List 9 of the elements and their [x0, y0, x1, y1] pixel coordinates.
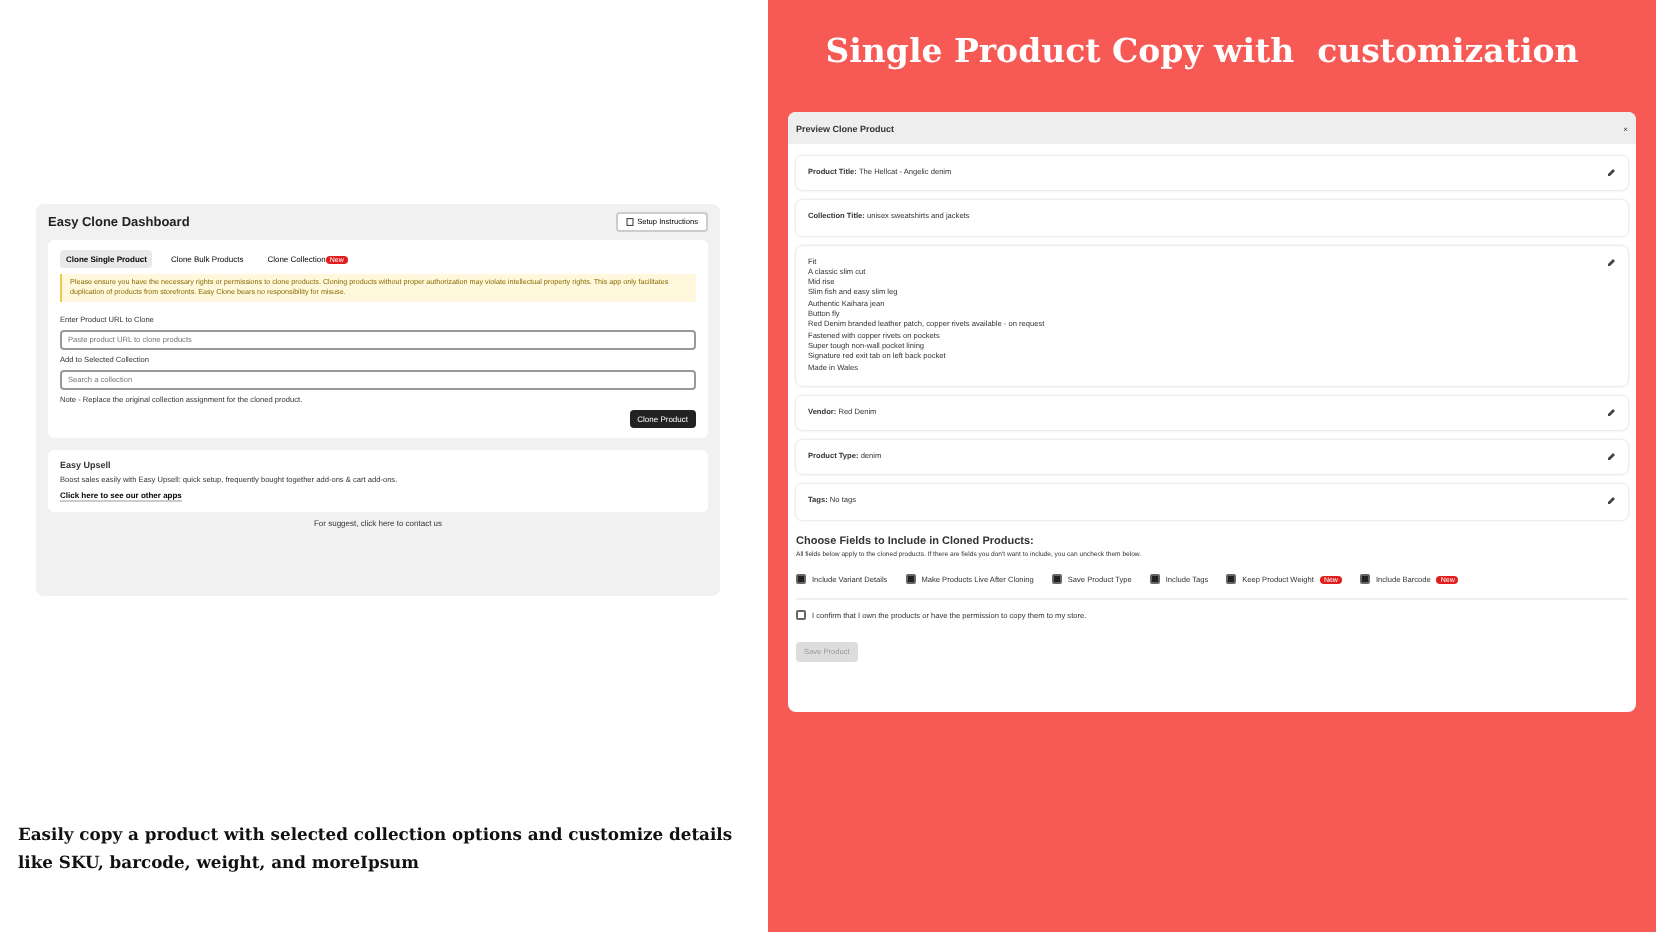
headline: Single Product Copy with customization: [825, 32, 1579, 70]
pencil-icon[interactable]: [1606, 452, 1616, 463]
caption-text: Easily copy a product with selected collection options and customize details: [18, 822, 732, 848]
pencil-icon[interactable]: [1606, 496, 1616, 507]
pencil-icon[interactable]: [1606, 168, 1616, 178]
document-icon: [625, 218, 634, 226]
pencil-icon[interactable]: [1606, 407, 1616, 418]
caption-text: like SKU, barcode, weight, and moreIpsum: [18, 850, 421, 876]
pencil-icon[interactable]: [1606, 257, 1616, 268]
